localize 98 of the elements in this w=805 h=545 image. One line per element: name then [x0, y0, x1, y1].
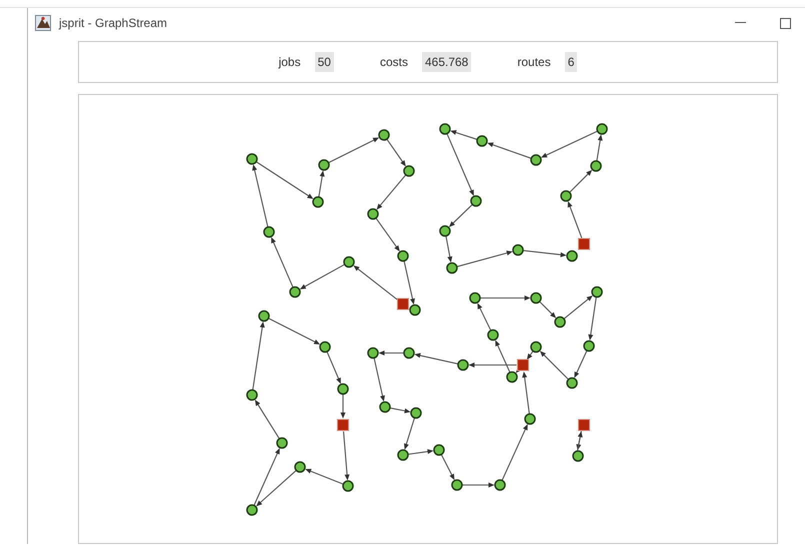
route-arrow: [386, 139, 406, 166]
job-node: [318, 159, 330, 171]
route-arrow: [252, 321, 265, 390]
job-node: [312, 196, 324, 208]
route-arrow: [480, 296, 530, 300]
window-title: jsprit - GraphStream: [59, 15, 168, 32]
route-arrow: [477, 302, 492, 330]
job-node: [554, 316, 566, 328]
job-node: [566, 377, 578, 389]
job-node: [403, 347, 415, 359]
job-node: [246, 153, 258, 165]
stat-value: 6: [564, 52, 578, 72]
job-node: [470, 195, 482, 207]
job-node: [367, 208, 379, 220]
minimize-icon: [735, 22, 746, 24]
route-arrow: [574, 350, 588, 378]
job-node: [403, 165, 415, 177]
route-arrow: [376, 174, 406, 210]
route-arrow: [502, 424, 528, 480]
route-arrow: [340, 394, 346, 418]
job-node: [378, 129, 390, 141]
job-node: [566, 250, 578, 262]
route-arrow: [318, 170, 325, 197]
maximize-icon: [780, 18, 791, 28]
depot-node: [578, 238, 590, 250]
job-node: [506, 371, 518, 383]
job-node: [451, 479, 463, 491]
job-node: [457, 359, 469, 371]
job-node: [446, 262, 458, 274]
stat-label: routes: [517, 54, 551, 71]
job-node: [337, 383, 349, 395]
route-arrow: [523, 250, 567, 258]
route-arrow: [300, 264, 344, 290]
job-node: [512, 244, 524, 256]
job-node: [246, 389, 258, 401]
job-node: [572, 450, 584, 462]
stat-value: 465.768: [422, 52, 472, 72]
route-arrow: [540, 350, 568, 380]
route-arrow: [268, 318, 320, 344]
route-arrow: [376, 218, 400, 252]
stat-label: jobs: [278, 54, 301, 71]
stat-value: 50: [314, 52, 334, 72]
job-node: [289, 286, 301, 298]
app-icon: [35, 15, 51, 31]
job-node: [409, 304, 421, 316]
job-node: [583, 340, 595, 352]
route-arrow: [457, 250, 513, 268]
route-arrow: [570, 170, 592, 192]
job-node: [560, 190, 572, 202]
job-node: [276, 437, 288, 449]
job-node: [530, 292, 542, 304]
job-node: [530, 341, 542, 353]
job-node: [263, 226, 275, 238]
route-arrow: [462, 482, 494, 488]
route-arrow: [448, 204, 472, 228]
job-node: [530, 154, 542, 166]
route-arrow: [445, 236, 452, 263]
job-node: [591, 286, 603, 298]
route-arrow: [326, 352, 341, 384]
depot-node: [397, 298, 409, 310]
route-arrow: [353, 265, 398, 300]
job-node: [294, 461, 306, 473]
job-node: [439, 225, 451, 237]
stat-label: costs: [380, 54, 408, 71]
job-node: [469, 292, 481, 304]
job-node: [590, 160, 602, 172]
route-arrow: [390, 408, 411, 414]
job-node: [494, 479, 506, 491]
job-node: [397, 449, 409, 461]
depot-node: [578, 419, 590, 431]
route-arrow: [414, 353, 458, 364]
route-arrow: [254, 400, 280, 439]
route-arrow: [271, 237, 294, 288]
route-arrow: [378, 350, 404, 356]
job-node: [596, 123, 608, 135]
job-node: [410, 407, 422, 419]
route-arrow: [328, 137, 380, 164]
route-arrow: [374, 358, 385, 402]
job-node: [319, 341, 331, 353]
job-node: [258, 310, 270, 322]
route-arrow: [404, 261, 415, 305]
route-arrow: [568, 201, 582, 238]
job-node: [433, 444, 445, 456]
job-node: [367, 347, 379, 359]
job-node: [439, 123, 451, 135]
job-node: [342, 480, 354, 492]
job-node: [487, 329, 499, 341]
job-node: [246, 504, 258, 516]
route-arrow: [540, 302, 556, 318]
job-node: [476, 135, 488, 147]
job-node: [524, 413, 536, 425]
depot-node: [517, 359, 529, 371]
job-node: [397, 250, 409, 262]
job-node: [379, 401, 391, 413]
route-arrow: [487, 142, 531, 159]
route-arrow: [441, 454, 454, 480]
depot-node: [337, 419, 349, 431]
job-node: [343, 256, 355, 268]
